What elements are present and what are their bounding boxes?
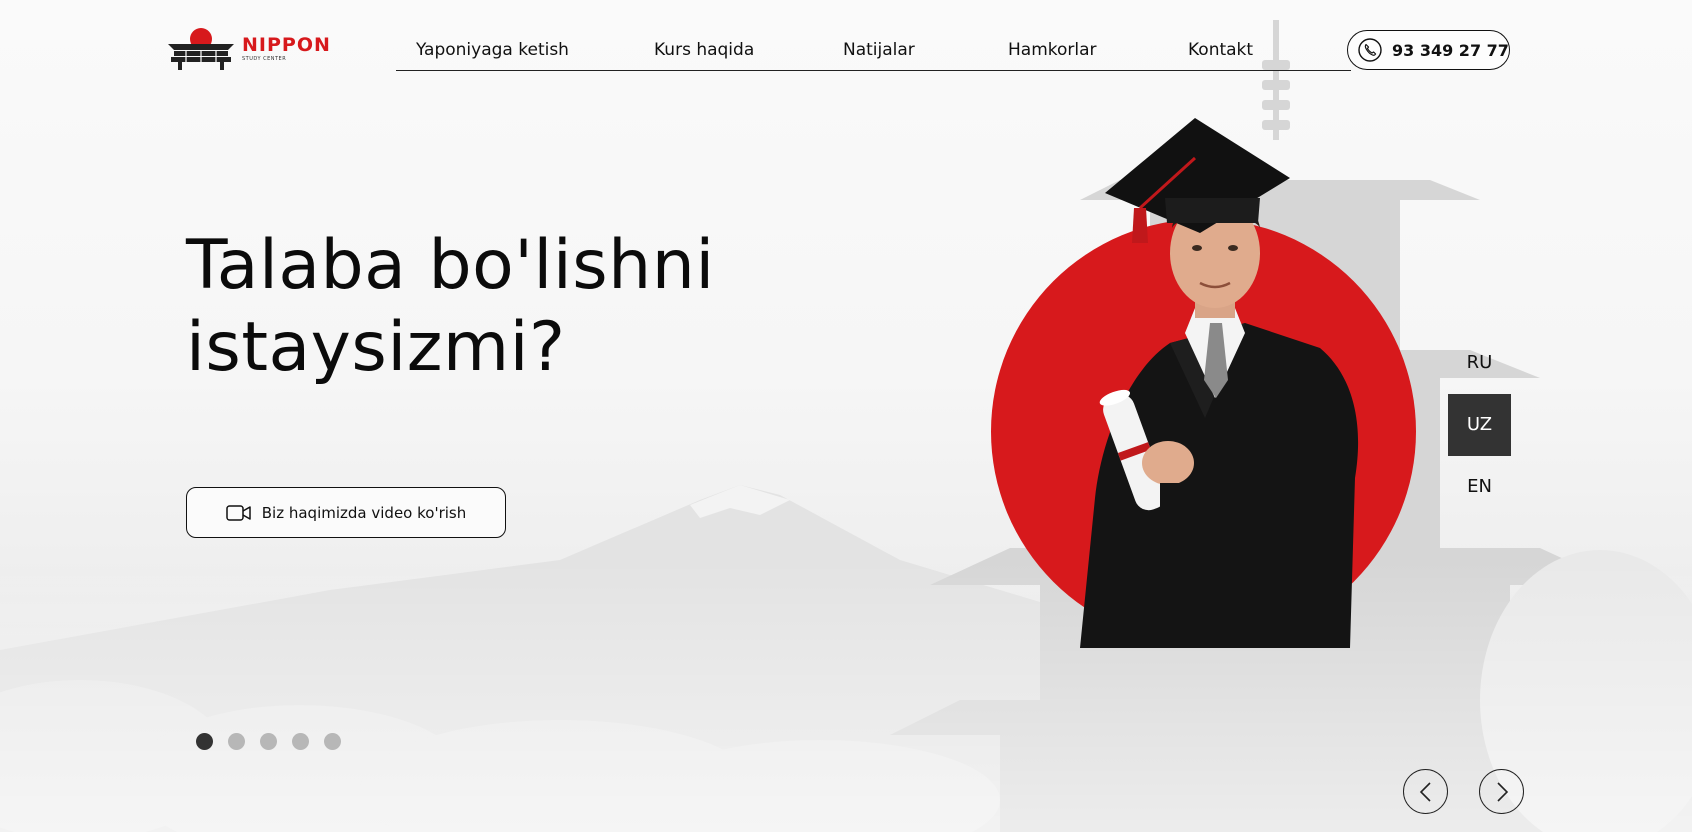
- chevron-right-icon: [1496, 781, 1508, 802]
- language-ru[interactable]: RU: [1448, 332, 1511, 394]
- nav-item-kurs-haqida[interactable]: Kurs haqida: [654, 40, 754, 60]
- nippon-logo-mark: [168, 28, 234, 70]
- chevron-left-icon: [1419, 781, 1431, 802]
- nav-item-yaponiyaga-ketish[interactable]: Yaponiyaga ketish: [416, 40, 569, 60]
- phone-number: 93 349 27 77: [1392, 40, 1509, 60]
- watch-video-button[interactable]: Biz haqimizda video ko'rish: [186, 487, 506, 538]
- nav-item-hamkorlar[interactable]: Hamkorlar: [1008, 40, 1097, 60]
- slider-dot-4[interactable]: [292, 733, 309, 750]
- video-camera-icon: [226, 504, 251, 521]
- logo-text: NIPPON: [242, 34, 331, 56]
- slider-dot-2[interactable]: [228, 733, 245, 750]
- logo[interactable]: NIPPON STUDY CENTER: [166, 24, 330, 70]
- slider-next-button[interactable]: [1479, 769, 1524, 814]
- language-en[interactable]: EN: [1448, 456, 1511, 518]
- hero-title-line-1: Talaba bo'lishni: [186, 226, 715, 305]
- background-landscape: [0, 0, 1692, 832]
- nav-item-kontakt[interactable]: Kontakt: [1188, 40, 1253, 60]
- language-uz[interactable]: UZ: [1448, 394, 1511, 456]
- slider-dot-5[interactable]: [324, 733, 341, 750]
- slider-dot-3[interactable]: [260, 733, 277, 750]
- nav-item-natijalar[interactable]: Natijalar: [843, 40, 915, 60]
- mountain-pagoda-illustration: [0, 20, 1692, 832]
- watch-video-label: Biz haqimizda video ko'rish: [261, 503, 467, 522]
- phone-icon: [1358, 38, 1382, 62]
- slider-prev-button[interactable]: [1403, 769, 1448, 814]
- slider-pagination: [196, 733, 341, 750]
- logo-tagline: STUDY CENTER: [242, 56, 287, 62]
- language-switcher: RU UZ EN: [1448, 332, 1511, 518]
- phone-button[interactable]: 93 349 27 77: [1347, 30, 1510, 70]
- hero-title-line-2: istaysizmi?: [186, 308, 566, 387]
- slider-dot-1[interactable]: [196, 733, 213, 750]
- main-navigation: Yaponiyaga ketish Kurs haqida Natijalar …: [396, 30, 1351, 71]
- graduate-student-image: [1080, 118, 1359, 648]
- hero-title: Talaba bo'lishni istaysizmi?: [186, 225, 886, 389]
